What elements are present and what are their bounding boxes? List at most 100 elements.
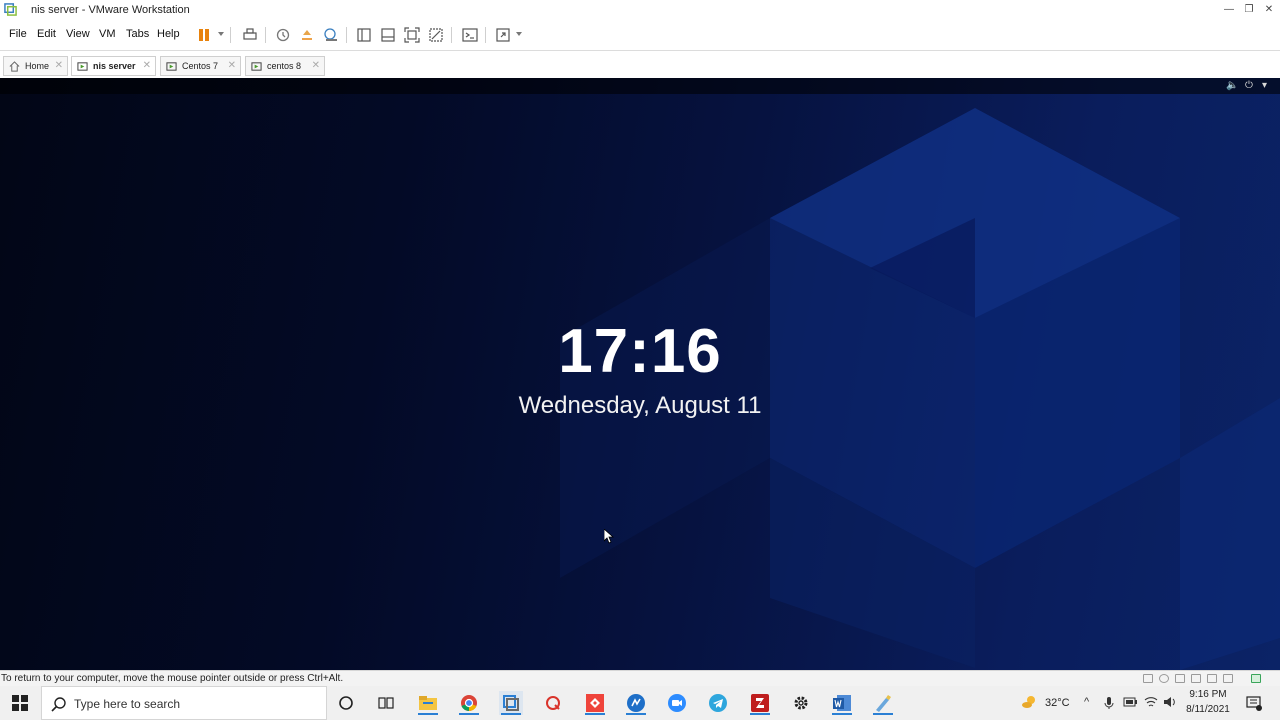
app-blue-button[interactable] <box>624 691 648 715</box>
taskbar-clock-date[interactable]: 8/11/2021 <box>1182 704 1234 715</box>
menu-help[interactable]: Help <box>157 28 180 40</box>
tab-label: nis server <box>93 61 136 71</box>
hard-disk-icon[interactable] <box>1143 674 1153 683</box>
send-ctrl-alt-del-button[interactable] <box>240 25 260 45</box>
full-screen-button[interactable] <box>402 25 422 45</box>
lockscreen-clock: 17:16 <box>558 317 722 386</box>
close-button[interactable]: ✕ <box>1258 1 1280 19</box>
task-view-button[interactable] <box>374 691 398 715</box>
sound-card-icon[interactable] <box>1207 674 1217 683</box>
search-placeholder: Type here to search <box>74 697 181 711</box>
paint-button[interactable] <box>871 691 895 715</box>
microphone-icon[interactable] <box>1104 696 1114 713</box>
vm-icon <box>166 61 177 71</box>
revert-snapshot-icon <box>302 30 312 40</box>
printer-icon[interactable] <box>1223 674 1233 683</box>
anydesk-button[interactable] <box>583 691 607 715</box>
app-blue-icon <box>627 694 645 712</box>
unity-button[interactable] <box>426 25 446 45</box>
gnome-top-bar <box>0 78 1280 94</box>
pause-icon <box>199 29 209 41</box>
speaker-icon[interactable] <box>1163 696 1177 711</box>
revert-snapshot-button[interactable] <box>297 25 317 45</box>
pause-dropdown-arrow[interactable] <box>218 32 224 36</box>
settings-button[interactable] <box>789 691 813 715</box>
filezilla-button[interactable] <box>748 691 772 715</box>
network-adapter-icon[interactable] <box>1175 674 1185 683</box>
notifications-icon[interactable] <box>1246 695 1262 714</box>
console-view-icon <box>462 28 478 42</box>
weather-icon[interactable] <box>1021 694 1037 713</box>
menu-view[interactable]: View <box>66 28 90 40</box>
cortana-button[interactable] <box>334 691 358 715</box>
stretch-guest-button[interactable] <box>493 25 513 45</box>
menu-tabs[interactable]: Tabs <box>126 28 149 40</box>
telegram-button[interactable] <box>706 691 730 715</box>
snapshot-manager-button[interactable] <box>321 25 341 45</box>
vm-console[interactable]: 🔈 ⏻ ▾ 17:16 Wednesday, August 11 <box>0 78 1280 670</box>
start-button[interactable] <box>0 686 40 720</box>
pause-button[interactable] <box>194 25 214 45</box>
word-button[interactable] <box>830 691 854 715</box>
temperature-readout[interactable]: 32°C <box>1045 697 1070 709</box>
running-indicator <box>626 713 646 715</box>
taskbar-search-box[interactable]: Type here to search <box>41 686 327 720</box>
tab-close-icon[interactable]: ✕ <box>228 60 236 71</box>
zoom-icon <box>668 694 686 712</box>
cortana-icon <box>339 696 353 710</box>
minimize-button[interactable]: — <box>1218 1 1240 19</box>
task-view-icon <box>378 697 394 709</box>
windows-logo-icon <box>12 695 28 711</box>
stretch-guest-icon <box>496 28 510 42</box>
menu-vm[interactable]: VM <box>99 28 116 40</box>
send-ctrl-alt-del-icon <box>243 28 257 40</box>
vm-icon <box>77 61 88 71</box>
status-bar: To return to your computer, move the mou… <box>0 670 1280 686</box>
library-button[interactable] <box>354 25 374 45</box>
tab-centos-7[interactable]: Centos 7 ✕ <box>160 56 241 76</box>
thumbnail-bar-button[interactable] <box>378 25 398 45</box>
wifi-icon[interactable] <box>1144 696 1158 711</box>
power-icon[interactable]: ⏻ <box>1245 80 1253 91</box>
tab-label: Home <box>25 61 50 71</box>
toolbar-separator <box>230 27 231 43</box>
zoom-button[interactable] <box>665 691 689 715</box>
battery-icon[interactable] <box>1123 697 1137 710</box>
cd-dvd-icon[interactable] <box>1159 674 1169 683</box>
file-explorer-button[interactable] <box>416 691 440 715</box>
running-indicator <box>459 713 479 715</box>
taskbar-clock-time[interactable]: 9:16 PM <box>1182 689 1234 700</box>
tab-close-icon[interactable]: ✕ <box>143 60 151 71</box>
running-indicator <box>873 713 893 715</box>
tab-bar: Home ✕ nis server ✕ Centos 7 ✕ centos 8 … <box>0 50 1280 78</box>
menu-toolbar: File Edit View VM Tabs Help <box>0 20 1280 50</box>
message-log-icon[interactable] <box>1251 674 1261 683</box>
tab-close-icon[interactable]: ✕ <box>312 60 320 71</box>
chevron-up-icon[interactable]: ^ <box>1084 696 1089 708</box>
unity-icon <box>429 28 443 42</box>
volume-icon[interactable]: 🔈 <box>1226 80 1238 91</box>
window-title: nis server - VMware Workstation <box>31 4 190 16</box>
tab-close-icon[interactable]: ✕ <box>55 60 63 71</box>
tab-nis-server[interactable]: nis server ✕ <box>71 56 156 76</box>
menu-edit[interactable]: Edit <box>37 28 56 40</box>
vm-icon <box>251 61 262 71</box>
stretch-dropdown-arrow[interactable] <box>516 32 522 36</box>
tab-centos-8[interactable]: centos 8 ✕ <box>245 56 325 76</box>
chevron-down-icon[interactable]: ▾ <box>1262 80 1267 91</box>
console-view-button[interactable] <box>460 25 480 45</box>
chrome-button[interactable] <box>457 691 481 715</box>
running-indicator <box>750 713 770 715</box>
vmware-taskbar-button[interactable] <box>499 691 523 715</box>
app-red-button[interactable] <box>541 691 565 715</box>
running-indicator <box>418 713 438 715</box>
snapshot-icon <box>276 28 290 42</box>
word-icon <box>833 695 851 711</box>
library-icon <box>357 28 371 42</box>
lockscreen-date: Wednesday, August 11 <box>518 392 762 419</box>
usb-controller-icon[interactable] <box>1191 674 1201 683</box>
tab-home[interactable]: Home ✕ <box>3 56 68 76</box>
menu-file[interactable]: File <box>9 28 27 40</box>
restore-button[interactable]: ❐ <box>1238 1 1260 19</box>
snapshot-button[interactable] <box>273 25 293 45</box>
